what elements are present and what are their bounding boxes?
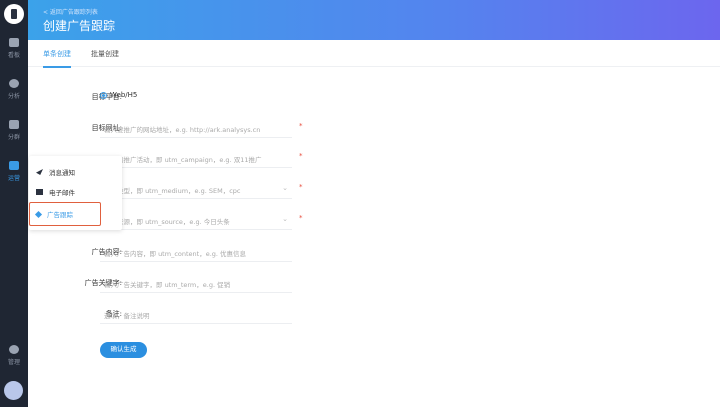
tab-single[interactable]: 单条创建	[43, 49, 71, 68]
medium-placeholder: 推广类型，即 utm_medium，e.g. SEM，cpc	[104, 187, 241, 195]
nav-label: 看板	[7, 52, 20, 59]
back-link[interactable]: < 返回广告跟踪列表	[43, 7, 98, 16]
chevron-down-icon: ⌄	[282, 215, 288, 223]
required-mark: *	[299, 122, 303, 130]
platform-row: 目标平台: Web/H5	[28, 87, 720, 107]
send-icon	[36, 169, 43, 175]
medium-row: 推广类型，即 utm_medium，e.g. SEM，cpc ⌄ *	[28, 179, 720, 199]
menu-item-notifications[interactable]: 消息通知	[36, 167, 75, 177]
tabs: 单条创建 批量创建	[28, 40, 720, 68]
sidebar-item-operations[interactable]: 运营	[0, 161, 28, 182]
selection-highlight	[29, 202, 101, 226]
menu-item-email[interactable]: 电子邮件	[36, 187, 75, 197]
nav-label: 管理	[7, 359, 20, 366]
term-row: 广告关键字: 输入广告关键字，即 utm_term，e.g. 促销	[28, 273, 720, 293]
campaign-row: 确定的推广活动，即 utm_campaign，e.g. 双11推广 *	[28, 148, 720, 168]
sidebar-item-manage[interactable]: 管理	[0, 345, 28, 366]
nav-label: 运营	[7, 175, 20, 182]
platform-radio-web[interactable]: Web/H5	[100, 91, 137, 99]
dashboard-icon	[9, 38, 19, 47]
content-row: 广告内容: 输入广告内容，即 utm_content，e.g. 优惠信息	[28, 242, 720, 262]
source-select[interactable]: 推广来源，即 utm_source，e.g. 今日头条 ⌄	[100, 210, 292, 230]
radio-icon	[100, 91, 107, 99]
nav-label: 分群	[7, 134, 20, 141]
operations-menu: 消息通知 电子邮件 广告跟踪	[29, 156, 122, 230]
menu-label: 消息通知	[49, 169, 75, 177]
term-input[interactable]: 输入广告关键字，即 utm_term，e.g. 促销	[100, 273, 292, 293]
avatar[interactable]	[4, 381, 23, 400]
users-icon	[9, 120, 19, 129]
pie-chart-icon	[9, 79, 19, 88]
gear-icon	[9, 345, 19, 354]
url-row: 目标网址: 输入要推广的网站地址，e.g. http://ark.analysy…	[28, 118, 720, 138]
sidebar: 看板 分析 分群 运营 管理	[0, 0, 28, 407]
required-mark: *	[299, 152, 303, 160]
chevron-down-icon: ⌄	[282, 184, 288, 192]
logo[interactable]	[4, 4, 24, 24]
required-mark: *	[299, 214, 303, 222]
sidebar-item-analysis[interactable]: 分析	[0, 79, 28, 100]
campaign-input[interactable]: 确定的推广活动，即 utm_campaign，e.g. 双11推广	[100, 148, 292, 168]
url-input[interactable]: 输入要推广的网站地址，e.g. http://ark.analysys.cn	[100, 118, 292, 138]
nav-label: 分析	[7, 93, 20, 100]
radio-label: Web/H5	[110, 91, 138, 99]
note-row: 备注: 选填，备注说明	[28, 304, 720, 324]
note-input[interactable]: 选填，备注说明	[100, 304, 292, 324]
page-header: < 返回广告跟踪列表 创建广告跟踪	[28, 0, 720, 40]
page-title: 创建广告跟踪	[43, 19, 116, 33]
sidebar-item-dashboard[interactable]: 看板	[0, 38, 28, 59]
sidebar-item-segments[interactable]: 分群	[0, 120, 28, 141]
required-mark: *	[299, 183, 303, 191]
medium-select[interactable]: 推广类型，即 utm_medium，e.g. SEM，cpc ⌄	[100, 179, 292, 199]
tab-batch[interactable]: 批量创建	[91, 49, 119, 59]
mail-icon	[36, 189, 43, 195]
content-input[interactable]: 输入广告内容，即 utm_content，e.g. 优惠信息	[100, 242, 292, 262]
submit-button[interactable]: 确认生成	[100, 342, 147, 358]
monitor-icon	[9, 161, 19, 170]
menu-label: 电子邮件	[49, 189, 75, 197]
source-placeholder: 推广来源，即 utm_source，e.g. 今日头条	[104, 218, 230, 226]
source-row: 推广来源，即 utm_source，e.g. 今日头条 ⌄ *	[28, 210, 720, 230]
